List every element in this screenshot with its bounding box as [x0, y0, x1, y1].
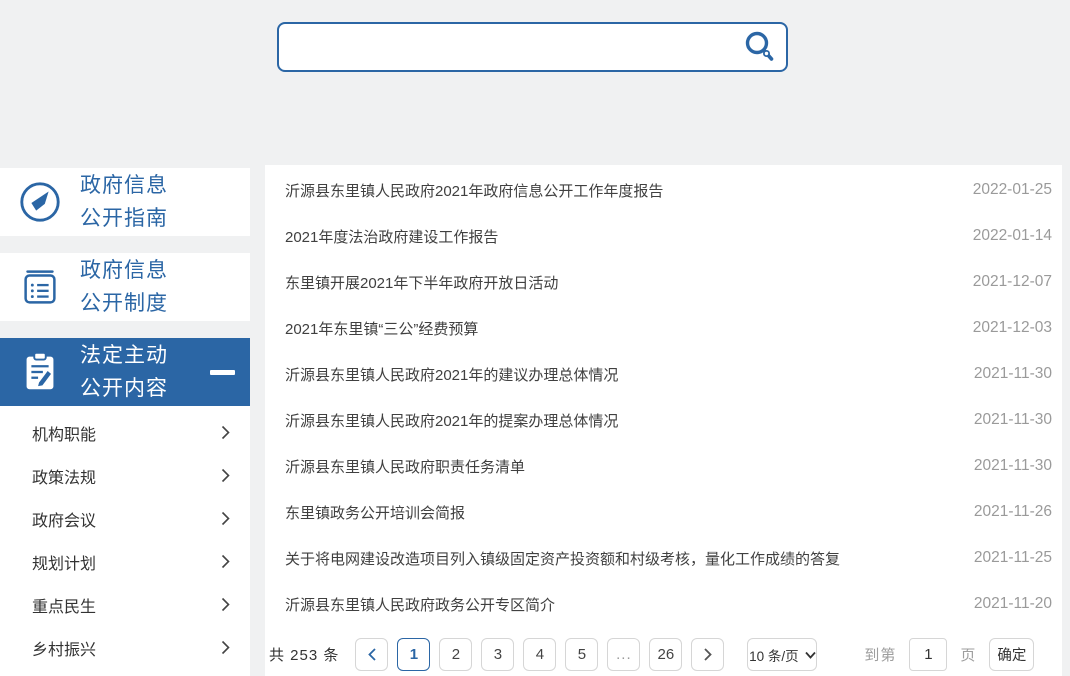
page-button-3[interactable]: 3 [481, 638, 514, 671]
prev-page-button[interactable] [355, 638, 388, 671]
article-date: 2021-11-30 [974, 457, 1052, 475]
sidebar-item-gov-info-system[interactable]: 政府信息 公开制度 [0, 253, 250, 321]
article-title[interactable]: 东里镇开展2021年下半年政府开放日活动 [285, 272, 558, 293]
subitem-label: 规划计划 [32, 550, 96, 574]
chevron-right-icon [221, 511, 230, 526]
chevron-right-icon [703, 647, 713, 662]
sidebar-item-gov-info-guide[interactable]: 政府信息 公开指南 [0, 168, 250, 236]
subitem-label: 政府会议 [32, 507, 96, 531]
sidebar-subnav: 机构职能 政策法规 政府会议 规划计划 重点民生 乡村振兴 [0, 406, 250, 676]
sidebar-subitem-livelihood[interactable]: 重点民生 [0, 583, 250, 626]
goto-page-input[interactable] [909, 638, 947, 671]
article-title[interactable]: 沂源县东里镇人民政府2021年政府信息公开工作年度报告 [285, 180, 663, 201]
next-page-button[interactable] [691, 638, 724, 671]
article-list: 沂源县东里镇人民政府2021年政府信息公开工作年度报告 2022-01-25 2… [265, 165, 1062, 676]
list-item[interactable]: 沂源县东里镇人民政府政务公开专区简介 2021-11-20 [265, 581, 1062, 627]
article-title[interactable]: 2021年度法治政府建设工作报告 [285, 226, 498, 247]
subitem-label: 政策法规 [32, 464, 96, 488]
subitem-label: 机构职能 [32, 421, 96, 445]
article-title[interactable]: 沂源县东里镇人民政府政务公开专区简介 [285, 594, 555, 615]
list-item[interactable]: 沂源县东里镇人民政府2021年的建议办理总体情况 2021-11-30 [265, 351, 1062, 397]
sidebar-subitem-org-functions[interactable]: 机构职能 [0, 411, 250, 454]
article-title[interactable]: 关于将电网建设改造项目列入镇级固定资产投资额和村级考核，量化工作成绩的答复 [285, 548, 840, 569]
search-input[interactable] [279, 24, 734, 70]
article-title[interactable]: 沂源县东里镇人民政府职责任务清单 [285, 456, 525, 477]
article-date: 2021-11-25 [974, 549, 1052, 567]
chevron-right-icon [221, 640, 230, 655]
article-title[interactable]: 东里镇政务公开培训会简报 [285, 502, 465, 523]
article-date: 2021-11-30 [974, 365, 1052, 383]
article-date: 2021-12-07 [973, 273, 1052, 291]
page-ellipsis-button[interactable]: ... [607, 638, 640, 671]
list-item[interactable]: 2021年东里镇“三公”经费预算 2021-12-03 [265, 305, 1062, 351]
sidebar: 政府信息 公开指南 政府信息 公开制度 [0, 168, 250, 676]
pagination: 共 253 条 1 2 3 4 5 ... 26 10 条/页 到第 页 [265, 638, 1062, 671]
page-button-26[interactable]: 26 [649, 638, 682, 671]
chevron-down-icon [805, 651, 816, 659]
list-item[interactable]: 沂源县东里镇人民政府职责任务清单 2021-11-30 [265, 443, 1062, 489]
goto-unit-label: 页 [960, 644, 976, 665]
page: 政府信息 公开指南 政府信息 公开制度 [0, 0, 1070, 676]
sidebar-item-label: 政府信息 公开制度 [80, 254, 168, 320]
sidebar-item-statutory-disclosure[interactable]: 法定主动 公开内容 [0, 338, 250, 406]
article-date: 2022-01-14 [973, 227, 1052, 245]
article-date: 2021-11-26 [974, 503, 1052, 521]
article-title[interactable]: 沂源县东里镇人民政府2021年的建议办理总体情况 [285, 364, 618, 385]
confirm-button[interactable]: 确定 [989, 638, 1034, 671]
list-item[interactable]: 2021年度法治政府建设工作报告 2022-01-14 [265, 213, 1062, 259]
page-size-value: 10 条/页 [749, 645, 799, 665]
chevron-right-icon [221, 554, 230, 569]
chevron-right-icon [221, 425, 230, 440]
page-button-5[interactable]: 5 [565, 638, 598, 671]
sidebar-item-label: 法定主动 公开内容 [80, 339, 168, 405]
article-title[interactable]: 沂源县东里镇人民政府2021年的提案办理总体情况 [285, 410, 618, 431]
article-date: 2021-11-30 [974, 411, 1052, 429]
list-item[interactable]: 东里镇开展2021年下半年政府开放日活动 2021-12-07 [265, 259, 1062, 305]
page-button-2[interactable]: 2 [439, 638, 472, 671]
chevron-left-icon [367, 647, 377, 662]
list-item[interactable]: 东里镇政务公开培训会简报 2021-11-26 [265, 489, 1062, 535]
list-item[interactable]: 沂源县东里镇人民政府2021年的提案办理总体情况 2021-11-30 [265, 397, 1062, 443]
goto-prefix-label: 到第 [864, 644, 896, 665]
sidebar-item-label: 政府信息 公开指南 [80, 169, 168, 235]
list-item[interactable]: 关于将电网建设改造项目列入镇级固定资产投资额和村级考核，量化工作成绩的答复 20… [265, 535, 1062, 581]
chevron-right-icon [221, 468, 230, 483]
search-icon [742, 29, 778, 65]
page-size-select[interactable]: 10 条/页 [747, 638, 817, 671]
sidebar-subitem-plans[interactable]: 规划计划 [0, 540, 250, 583]
chevron-right-icon [221, 597, 230, 612]
total-count-label: 共 253 条 [269, 644, 339, 665]
article-title[interactable]: 2021年东里镇“三公”经费预算 [285, 318, 478, 339]
subitem-label: 乡村振兴 [32, 636, 96, 660]
article-date: 2021-12-03 [973, 319, 1052, 337]
search-button[interactable] [734, 24, 786, 70]
document-icon [17, 264, 63, 310]
article-date: 2022-01-25 [973, 181, 1052, 199]
clipboard-pencil-icon [17, 349, 63, 395]
subitem-label: 重点民生 [32, 593, 96, 617]
page-button-1[interactable]: 1 [397, 638, 430, 671]
compass-icon [17, 179, 63, 225]
list-item[interactable]: 沂源县东里镇人民政府2021年政府信息公开工作年度报告 2022-01-25 [265, 167, 1062, 213]
article-date: 2021-11-20 [974, 595, 1052, 613]
sidebar-subitem-gov-meetings[interactable]: 政府会议 [0, 497, 250, 540]
sidebar-subitem-policies[interactable]: 政策法规 [0, 454, 250, 497]
sidebar-subitem-rural-revitalization[interactable]: 乡村振兴 [0, 626, 250, 669]
collapse-minus-icon [210, 370, 235, 375]
search-box [277, 22, 788, 72]
page-button-4[interactable]: 4 [523, 638, 556, 671]
goto-page-group: 到第 页 确定 [864, 638, 1034, 671]
